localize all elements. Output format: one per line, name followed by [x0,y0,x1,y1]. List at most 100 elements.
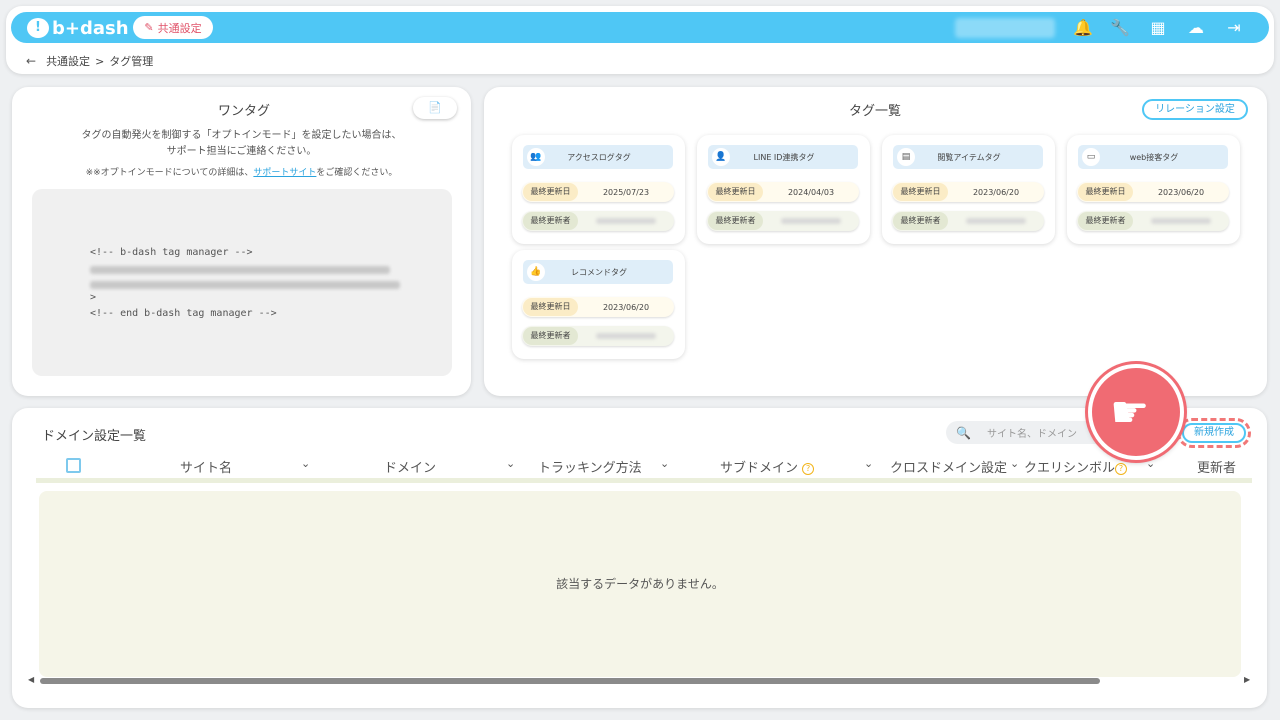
tag-card-header: 👍 レコメンドタグ [523,260,673,284]
chevron-down-icon[interactable]: ⌄ [660,457,669,470]
last-updated-date-row: 最終更新日 2023/06/20 [892,182,1044,202]
blurred-updater [596,218,656,224]
note-prefix: ※※オプトインモードについての詳細は、 [85,168,254,178]
chevron-down-icon[interactable]: ⌄ [864,457,873,470]
tag-card-header: ▤ 閲覧アイテムタグ [893,145,1043,169]
last-updated-by-row: 最終更新者 [522,211,674,231]
date-value: 2023/06/20 [602,302,650,312]
column-crossdomain[interactable]: クロスドメイン設定 [890,457,1007,476]
search-placeholder: サイト名、ドメイン [986,429,1077,440]
chat-icon[interactable]: ☁ [1187,19,1205,37]
domain-settings-card: ドメイン設定一覧 🔍 サイト名、ドメイン 新規作成 サイト名 ⌄ ドメイン ⌄ … [12,408,1267,708]
last-updated-date-row: 最終更新日 2023/06/20 [1077,182,1229,202]
domain-settings-title: ドメイン設定一覧 [34,425,155,445]
date-value: 2023/06/20 [1157,187,1205,197]
tag-name: web接客タグ [1129,152,1179,162]
chevron-down-icon[interactable]: ⌄ [1146,457,1155,470]
code-end-comment: <!-- end b-dash tag manager --> [90,308,277,319]
blurred-updater [781,218,841,224]
relation-settings-button[interactable]: リレーション設定 [1142,99,1248,120]
chevron-down-icon[interactable]: ⌄ [1010,457,1019,470]
copy-button[interactable]: 📄 [413,97,457,119]
date-label: 最終更新日 [708,183,763,201]
onetag-card: ワンタグ 📄 タグの自動発火を制御する「オプトインモード」を設定したい場合は、 … [12,87,471,396]
search-icon: 🔍 [956,425,971,440]
scroll-right-icon[interactable]: ▶ [1244,675,1250,684]
header-divider [36,478,1252,483]
tag-name: アクセスログタグ [567,152,631,162]
desc-line-1: タグの自動発火を制御する「オプトインモード」を設定したい場合は、 [81,130,402,141]
last-updated-date-row: 最終更新日 2023/06/20 [522,297,674,317]
tag-name: LINE ID連携タグ [753,152,815,162]
breadcrumb: ← 共通設定 > タグ管理 [26,53,153,69]
help-icon[interactable]: ? [802,462,815,475]
updater-label: 最終更新者 [893,212,948,230]
last-updated-by-row: 最終更新者 [707,211,859,231]
scroll-left-icon[interactable]: ◀ [28,675,34,684]
bell-icon[interactable]: 🔔 [1073,19,1093,37]
select-all-checkbox[interactable] [66,458,81,473]
copy-icon: 📄 [428,101,442,114]
date-value: 2023/06/20 [972,187,1020,197]
onetag-note: ※※オプトインモードについての詳細は、サポートサイトをご確認ください。 [12,165,471,178]
back-arrow-icon[interactable]: ← [26,54,36,68]
column-query-symbol[interactable]: クエリシンボル [1024,461,1115,476]
domain-title-text: ドメイン設定一覧 [42,429,147,444]
logout-icon[interactable]: ⇥ [1225,19,1243,37]
logo-text: b+dash [52,17,129,39]
last-updated-by-row: 最終更新者 [892,211,1044,231]
common-settings-button[interactable]: ✎ 共通設定 [133,16,213,39]
column-updater[interactable]: 更新者 [1197,457,1236,476]
last-updated-date-row: 最終更新日 2025/07/23 [522,182,674,202]
people-icon: 👥 [527,148,545,166]
column-domain[interactable]: ドメイン [384,457,436,476]
code-close-bracket: > [90,292,97,303]
pointer-highlight: ☛ [1088,364,1184,460]
help-icon[interactable]: ? [1115,462,1128,475]
monitor-icon: ▭ [1082,148,1100,166]
top-header-card: ! b+dash ✎ 共通設定 🔔 🔧 ▦ ☁ ⇥ ← 共通設定 > タグ管理 [6,6,1274,74]
column-site-name[interactable]: サイト名 [180,457,232,476]
date-value: 2024/04/03 [787,187,835,197]
grid-icon[interactable]: ▦ [1149,19,1167,37]
taglist-title-text: タグ一覧 [849,104,902,119]
breadcrumb-separator: > [95,54,105,68]
blurred-code-line [90,266,390,274]
taglist-card: タグ一覧 リレーション設定 👥 アクセスログタグ 最終更新日 2025/07/23 … [484,87,1267,396]
tag-card-recommend[interactable]: 👍 レコメンドタグ 最終更新日 2023/06/20 最終更新者 [512,250,685,359]
column-tracking-method[interactable]: トラッキング方法 [538,457,642,476]
onetag-title: ワンタグ [210,100,279,120]
date-label: 最終更新日 [523,183,578,201]
column-subdomain[interactable]: サブドメイン [720,461,798,476]
tag-card-access-log[interactable]: 👥 アクセスログタグ 最終更新日 2025/07/23 最終更新者 [512,135,685,244]
b-dash-logo[interactable]: ! b+dash [27,17,129,39]
tag-card-line-id[interactable]: 👤 LINE ID連携タグ 最終更新日 2024/04/03 最終更新者 [697,135,870,244]
tag-name: レコメンドタグ [571,267,627,277]
user-info-blurred [955,18,1055,38]
horizontal-scrollbar[interactable] [40,678,1100,684]
code-start-comment: <!-- b-dash tag manager --> [90,247,253,258]
onetag-title-text: ワンタグ [218,104,271,119]
desc-line-2: サポート担当にご連絡ください。 [166,146,317,157]
breadcrumb-parent[interactable]: 共通設定 [46,53,90,69]
tag-icon: ✎ [144,21,154,34]
breadcrumb-current: タグ管理 [109,55,154,68]
tag-name: 閲覧アイテムタグ [937,152,1001,162]
wrench-icon[interactable]: 🔧 [1110,19,1130,37]
tag-code-box[interactable]: <!-- b-dash tag manager --> > <!-- end b… [32,189,452,376]
onetag-description: タグの自動発火を制御する「オプトインモード」を設定したい場合は、 サポート担当に… [12,128,471,160]
tag-card-header: 👥 アクセスログタグ [523,145,673,169]
note-suffix: をご確認ください。 [316,168,398,178]
chevron-down-icon[interactable]: ⌄ [506,457,515,470]
tag-card-browse-item[interactable]: ▤ 閲覧アイテムタグ 最終更新日 2023/06/20 最終更新者 [882,135,1055,244]
common-settings-label: 共通設定 [157,21,202,35]
top-nav-bar: ! b+dash ✎ 共通設定 🔔 🔧 ▦ ☁ ⇥ [11,12,1269,43]
chevron-down-icon[interactable]: ⌄ [301,457,310,470]
date-label: 最終更新日 [523,298,578,316]
support-site-link[interactable]: サポートサイト [253,168,316,178]
person-icon: 👤 [712,148,730,166]
tag-card-web-engagement[interactable]: ▭ web接客タグ 最終更新日 2023/06/20 最終更新者 [1067,135,1240,244]
new-create-button[interactable]: 新規作成 [1177,418,1251,448]
pointing-hand-icon: ☛ [1110,387,1150,438]
blurred-updater [596,333,656,339]
